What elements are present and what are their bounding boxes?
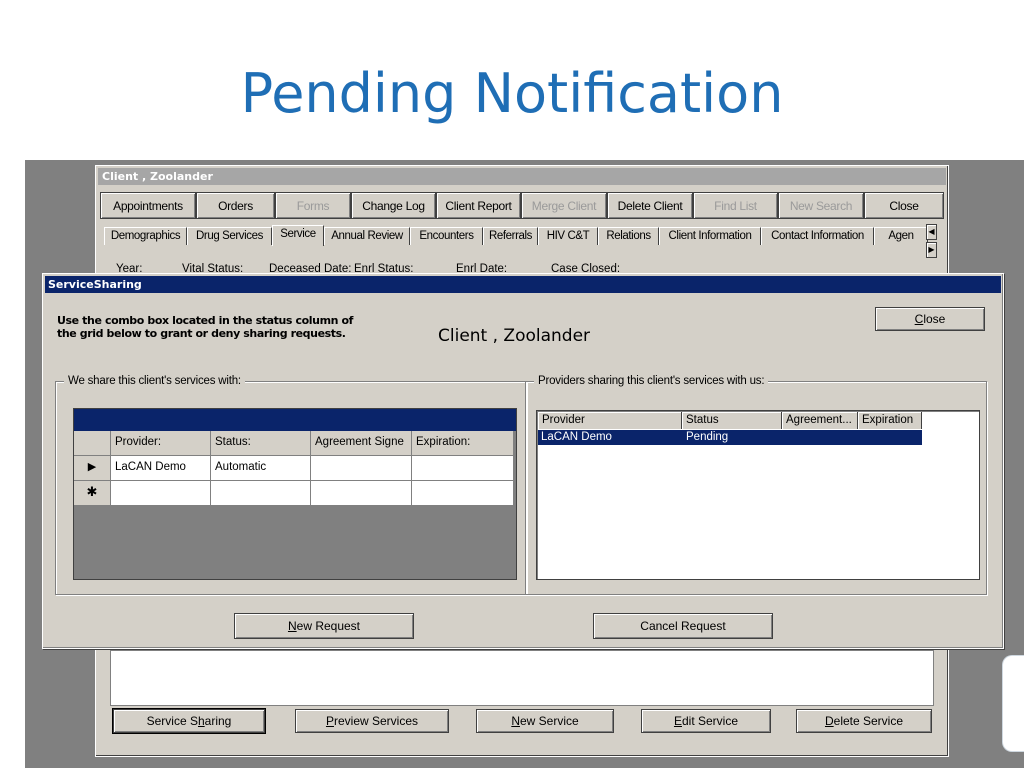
merge-client-button[interactable]: Merge Client — [521, 192, 607, 219]
delete-client-button[interactable]: Delete Client — [607, 192, 693, 219]
grid-caption-bar — [74, 409, 516, 431]
tab-agency[interactable]: Agen — [874, 227, 928, 245]
current-row-icon: ▶ — [74, 456, 111, 481]
new-service-button[interactable]: New Service — [476, 709, 614, 733]
tab-demographics[interactable]: Demographics — [104, 227, 187, 245]
col-expiration[interactable]: Expiration: — [412, 431, 514, 456]
delete-service-button[interactable]: Delete Service — [796, 709, 932, 733]
client-close-button[interactable]: Close — [864, 192, 944, 219]
col-status[interactable]: Status — [682, 412, 782, 429]
new-request-button[interactable]: New Request — [234, 613, 414, 639]
service-sharing-dialog: ServiceSharing Use the combo box located… — [42, 273, 1004, 649]
new-search-button[interactable]: New Search — [778, 192, 864, 219]
edit-service-button[interactable]: Edit Service — [641, 709, 771, 733]
new-row-icon: ✱ — [74, 481, 111, 506]
cancel-request-button[interactable]: Cancel Request — [593, 613, 773, 639]
providers-sharing-list[interactable]: Provider Status Agreement... Expiration … — [536, 410, 980, 580]
tab-hiv-ct[interactable]: HIV C&T — [538, 227, 598, 245]
row-status[interactable]: Automatic — [211, 456, 311, 481]
client-report-button[interactable]: Client Report — [436, 192, 521, 219]
col-expiration[interactable]: Expiration — [858, 412, 922, 429]
tab-contact-information[interactable]: Contact Information — [761, 227, 874, 245]
tab-scroll-left-icon[interactable]: ◀ — [926, 224, 937, 240]
dialog-close-button[interactable]: Close — [875, 307, 985, 331]
grid-header-row: Provider: Status: Agreement Signe Expira… — [74, 431, 514, 456]
col-provider[interactable]: Provider — [538, 412, 682, 429]
list-item-status: Pending — [686, 431, 729, 443]
tab-drug-services[interactable]: Drug Services — [187, 227, 272, 245]
service-sharing-button[interactable]: Service Sharing — [113, 709, 265, 733]
tab-scroll-arrows: ◀▶ — [926, 224, 946, 258]
services-list[interactable] — [110, 650, 934, 706]
tab-scroll-right-icon[interactable]: ▶ — [926, 242, 937, 258]
background-window-edge — [1002, 655, 1024, 752]
tab-service[interactable]: Service — [272, 225, 324, 246]
forms-button[interactable]: Forms — [275, 192, 351, 219]
we-share-legend: We share this client's services with: — [64, 374, 245, 388]
tab-referrals[interactable]: Referrals — [483, 227, 538, 245]
appointments-button[interactable]: Appointments — [100, 192, 196, 219]
row-agreement[interactable] — [311, 456, 412, 481]
col-status[interactable]: Status: — [211, 431, 311, 456]
row-provider[interactable]: LaCAN Demo — [111, 456, 211, 481]
preview-services-button[interactable]: Preview Services — [295, 709, 449, 733]
providers-sharing-legend: Providers sharing this client's services… — [534, 374, 769, 388]
new-row[interactable]: ✱ — [74, 481, 514, 506]
service-sharing-title: ServiceSharing — [45, 276, 1001, 293]
col-agreement[interactable]: Agreement Signe — [311, 431, 412, 456]
tab-client-information[interactable]: Client Information — [659, 227, 761, 245]
col-agreement[interactable]: Agreement... — [782, 412, 858, 429]
dialog-client-name: Client , Zoolander — [438, 326, 591, 346]
find-list-button[interactable]: Find List — [693, 192, 778, 219]
tab-relations[interactable]: Relations — [598, 227, 659, 245]
orders-button[interactable]: Orders — [196, 192, 275, 219]
tab-annual-review[interactable]: Annual Review — [324, 227, 410, 245]
sharing-instructions: Use the combo box located in the status … — [57, 314, 354, 340]
list-item[interactable]: LaCAN Demo Pending — [538, 430, 922, 445]
list-item-provider: LaCAN Demo — [541, 431, 612, 443]
client-window-title: Client , Zoolander — [98, 168, 946, 185]
change-log-button[interactable]: Change Log — [351, 192, 436, 219]
tab-encounters[interactable]: Encounters — [410, 227, 483, 245]
we-share-grid[interactable]: Provider: Status: Agreement Signe Expira… — [73, 408, 517, 580]
row-expiration[interactable] — [412, 456, 514, 481]
col-provider[interactable]: Provider: — [111, 431, 211, 456]
slide-title: Pending Notification — [240, 62, 784, 125]
client-tabs: Demographics Drug Services Service Annua… — [104, 225, 946, 246]
table-row[interactable]: ▶ LaCAN Demo Automatic — [74, 456, 514, 481]
